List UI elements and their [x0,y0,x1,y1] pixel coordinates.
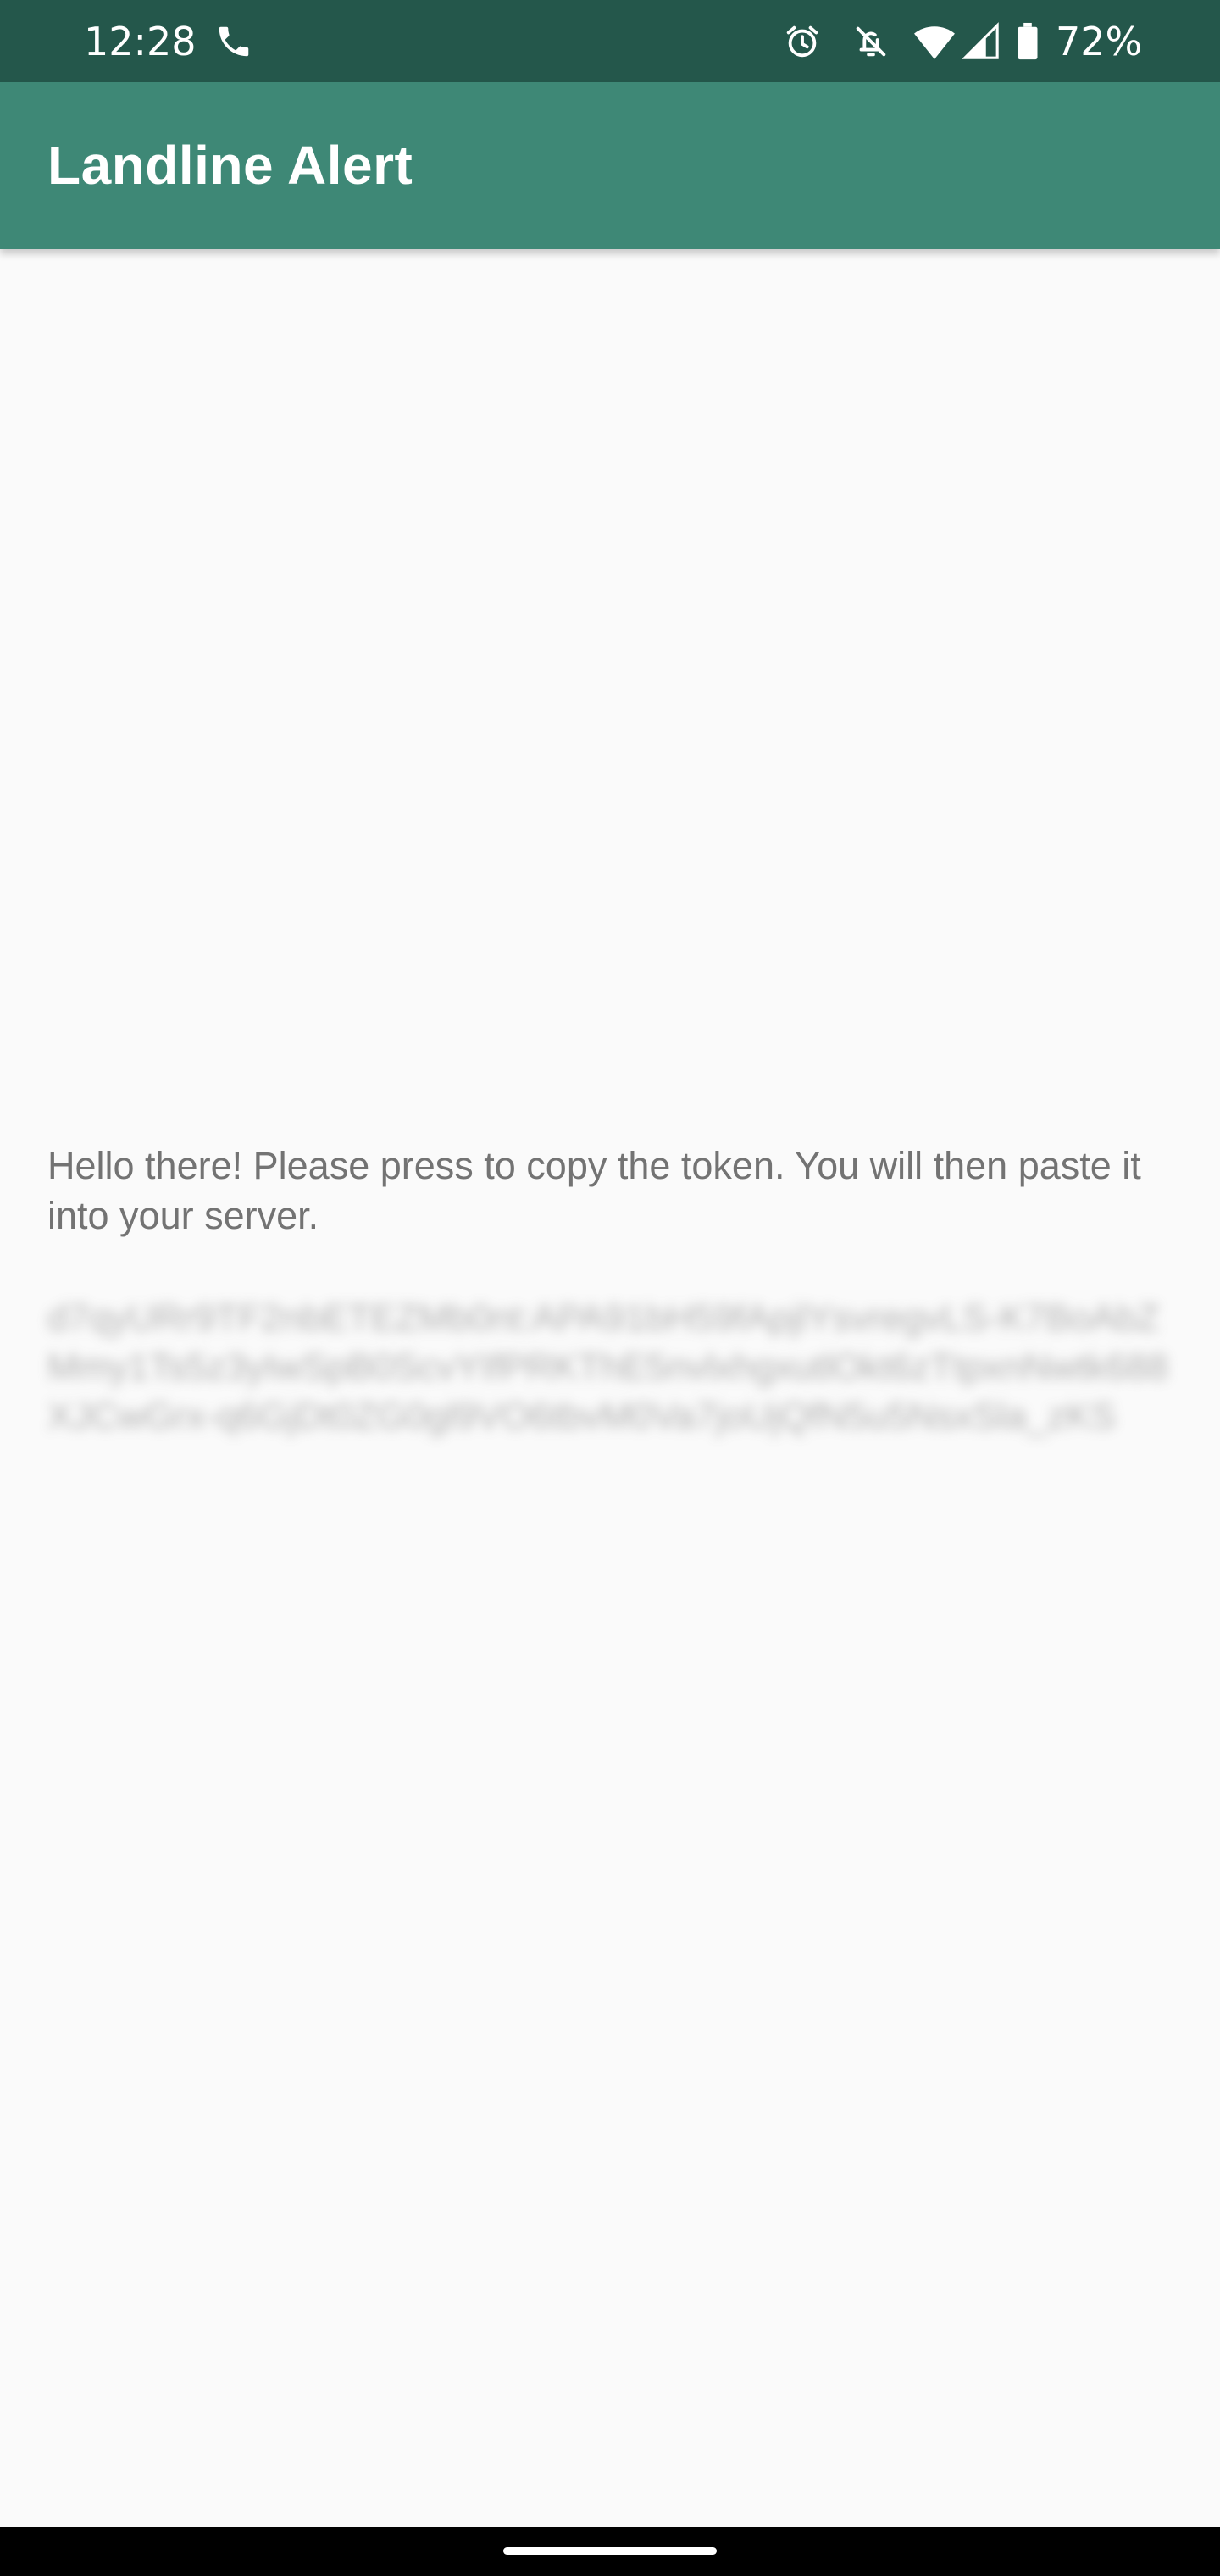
status-time: 12:28 [84,19,197,64]
alarm-icon [783,22,822,61]
battery-icon [1013,22,1042,61]
app-title: Landline Alert [47,135,413,196]
token-text[interactable]: d7qyURr9TF2nbETEZMb0nt:APA91bH59fApjlYsv… [47,1294,1174,1441]
cellular-signal-icon [962,22,1001,61]
status-bar: 12:28 72% [0,0,1220,82]
app-bar: Landline Alert [0,82,1220,249]
wifi-icon [913,22,956,61]
app-screen: 12:28 72% Landline Alert Hello there! Pl… [0,0,1220,2576]
phone-call-icon [214,22,253,61]
battery-percent: 72% [1056,19,1143,64]
navigation-bar [0,2527,1220,2576]
instruction-message: Hello there! Please press to copy the to… [47,1144,1141,1237]
notifications-off-icon [851,22,890,61]
home-handle[interactable] [503,2547,717,2555]
